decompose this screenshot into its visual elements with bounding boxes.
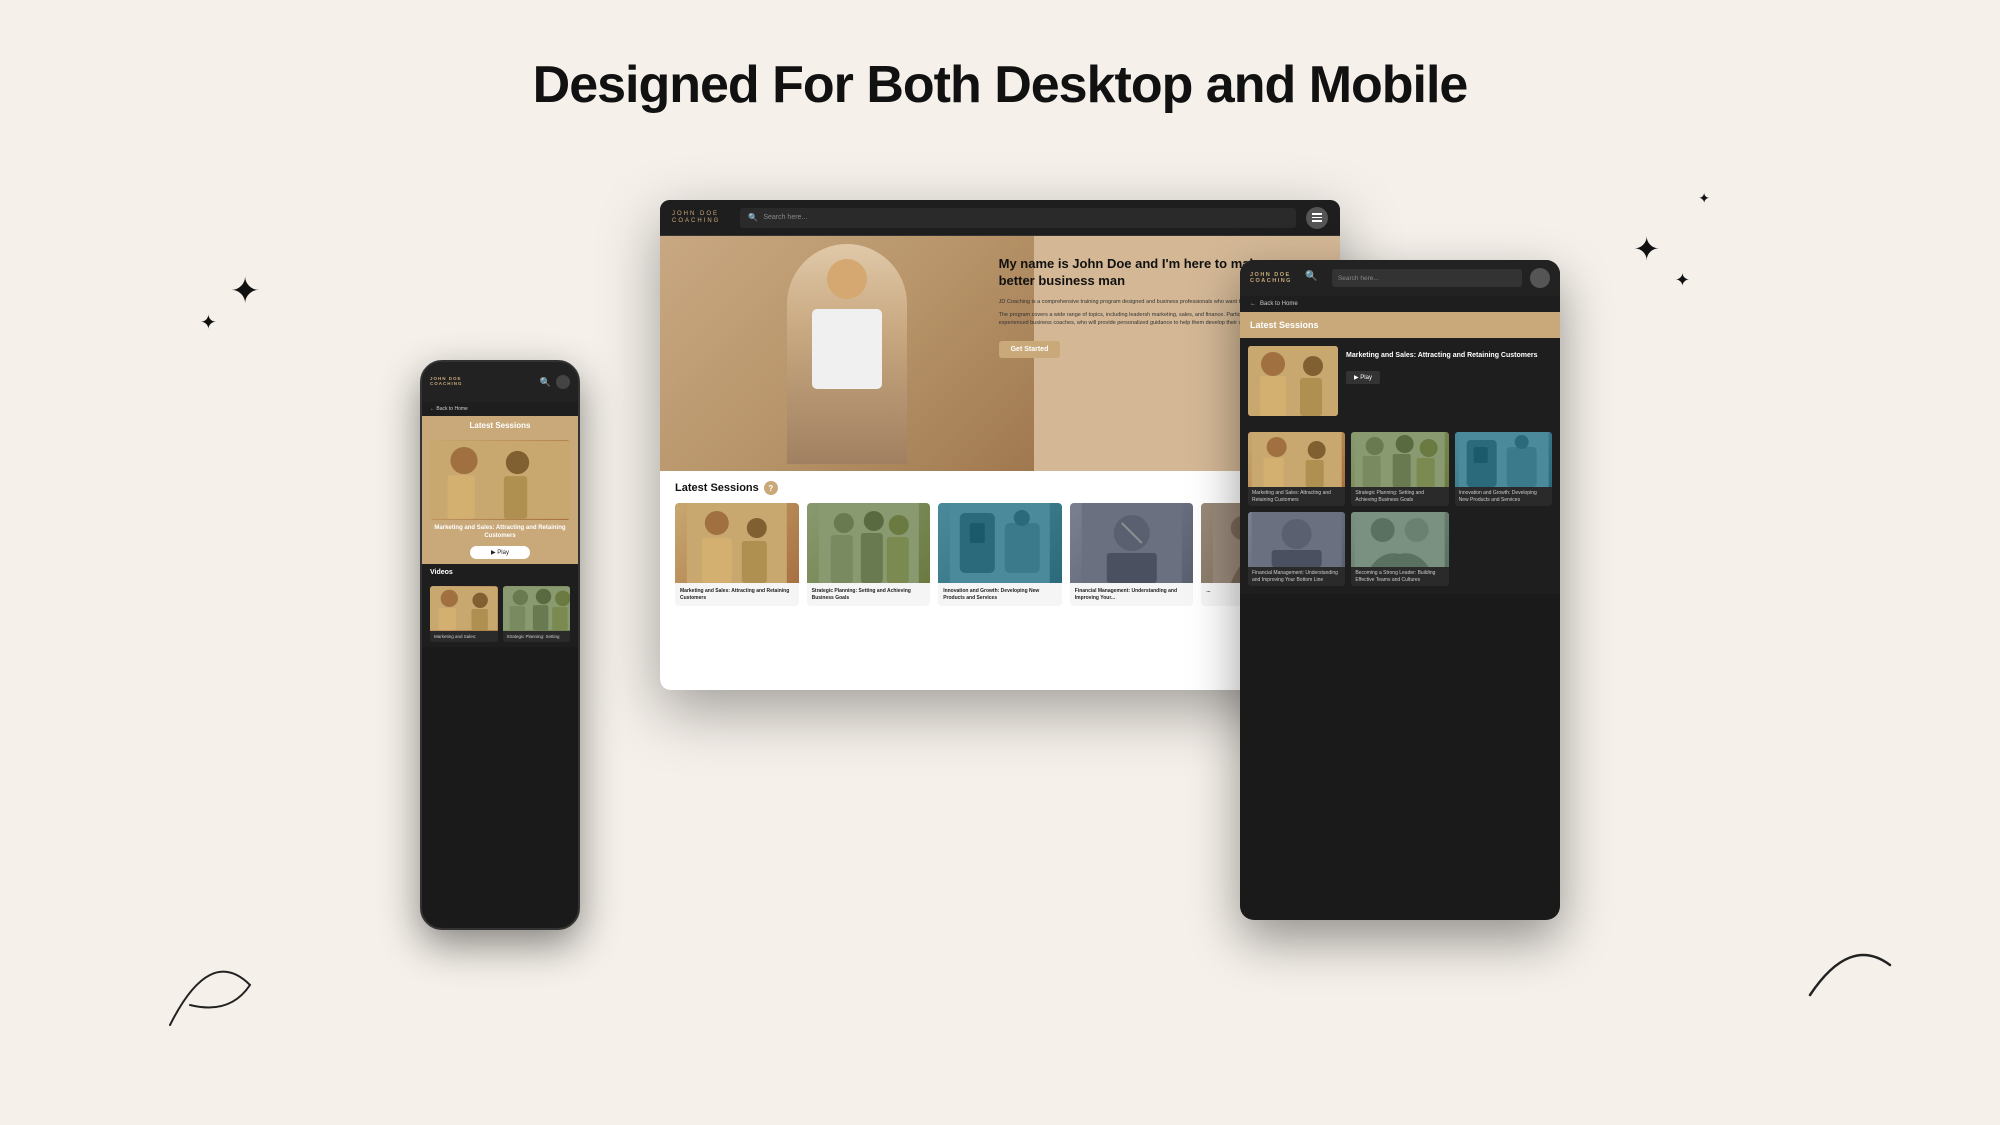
mobile-menu-icon[interactable] [556,375,570,389]
tablet-back-nav[interactable]: ← Back to Home [1240,296,1560,312]
star-icon-right2: ✦ [1675,270,1690,291]
star-icon-left2: ✦ [200,310,217,335]
tablet-sessions-grid: Marketing and Sales: Attracting and Reta… [1240,424,1560,594]
tablet-featured-content: Marketing and Sales: Attracting and Reta… [1338,346,1552,416]
decorative-curve-left [150,925,270,1045]
session-card-3[interactable]: Innovation and Growth: Developing New Pr… [938,503,1062,606]
mobile-sessions-title: Latest Sessions [430,421,570,430]
desktop-sessions-section: Latest Sessions ? Marketing and Sale [660,471,1340,690]
hero-person-figure [787,244,907,464]
desktop-search-bar[interactable]: 🔍 Search here... [740,208,1296,228]
mobile-play-button[interactable]: ▶ Play [470,546,530,559]
mobile-search-icon[interactable]: 🔍 [540,377,551,388]
tablet-play-button[interactable]: ▶ Play [1346,371,1380,384]
mobile-video-label-2: Strategic Planning: Setting [503,631,571,642]
mobile-videos-grid: Marketing and Sales: Strategic Planning:… [422,581,578,647]
desktop-brand: JOHN DOE COACHING [672,211,720,224]
tablet-grid-thumb-3 [1455,432,1552,487]
sessions-grid: Marketing and Sales: Attracting and Reta… [675,503,1325,606]
mobile-back-nav[interactable]: ← Back to Home [422,402,578,416]
desktop-menu-button[interactable] [1306,207,1328,229]
star-icon-right3: ✦ [1698,190,1710,207]
tablet-sessions-header: Latest Sessions [1240,312,1560,338]
back-arrow-icon: ← [1250,301,1256,307]
mobile-sessions-header: Latest Sessions [422,416,578,435]
hero-image [660,236,1034,471]
tablet-grid-card-1[interactable]: Marketing and Sales: Attracting and Reta… [1248,432,1345,506]
session-image-3 [938,503,1062,583]
tablet-grid-label-3: Innovation and Growth: Developing New Pr… [1455,487,1552,506]
tablet-brand: JOHN DOE COACHING [1250,272,1292,284]
search-icon: 🔍 [748,213,758,222]
tablet-featured-title: Marketing and Sales: Attracting and Reta… [1346,351,1544,360]
desktop-hero: My name is John Doe and I'm here to make… [660,236,1340,471]
mobile-video-thumb-2 [503,586,571,631]
session-image-4 [1070,503,1194,583]
desktop-search-placeholder: Search here... [763,214,807,221]
tablet-menu-button[interactable] [1530,268,1550,288]
mobile-header: JOHN DOE COACHING 🔍 [422,362,578,402]
tablet-sessions-title: Latest Sessions [1250,320,1550,330]
mobile-header-icons: 🔍 [540,375,570,389]
tablet-grid-label-1: Marketing and Sales: Attracting and Reta… [1248,487,1345,506]
session-label-1: Marketing and Sales: Attracting and Reta… [675,583,799,606]
mobile-featured-image [430,440,570,520]
tablet-grid-thumb-4 [1248,512,1345,567]
tablet-grid-thumb-1 [1248,432,1345,487]
tablet-search-bar[interactable]: Search here... [1332,269,1522,287]
tablet-mockup: JOHN DOE COACHING 🔍 Search here... ← Bac… [1240,260,1560,920]
session-label-4: Financial Management: Understanding and … [1070,583,1194,606]
mobile-videos-heading: Videos [422,564,578,581]
sessions-heading: Latest Sessions ? [675,481,1325,495]
tablet-featured-image [1248,346,1338,416]
session-image-2 [807,503,931,583]
session-label-3: Innovation and Growth: Developing New Pr… [938,583,1062,606]
sessions-info-icon: ? [764,481,778,495]
tablet-header: JOHN DOE COACHING 🔍 Search here... [1240,260,1560,296]
tablet-grid-card-5[interactable]: Becoming a Strong Leader: Building Effec… [1351,512,1448,586]
session-thumb-3 [938,503,1062,583]
session-label-2: Strategic Planning: Setting and Achievin… [807,583,931,606]
session-thumb-2 [807,503,931,583]
session-card-2[interactable]: Strategic Planning: Setting and Achievin… [807,503,931,606]
session-card-1[interactable]: Marketing and Sales: Attracting and Reta… [675,503,799,606]
devices-container: JOHN DOE COACHING 🔍 Search here... My na… [500,180,1500,1080]
mobile-brand: JOHN DOE COACHING [430,377,463,387]
tablet-grid-card-4[interactable]: Financial Management: Understanding and … [1248,512,1345,586]
mobile-featured-section: Marketing and Sales: Attracting and Reta… [422,435,578,564]
page-heading: Designed For Both Desktop and Mobile [0,0,2000,115]
mobile-video-thumb-1 [430,586,498,631]
tablet-grid-label-5: Becoming a Strong Leader: Building Effec… [1351,567,1448,586]
mobile-video-label-1: Marketing and Sales: [430,631,498,642]
session-card-4[interactable]: Financial Management: Understanding and … [1070,503,1194,606]
tablet-search-placeholder: Search here... [1338,275,1379,282]
tablet-grid-card-2[interactable]: Strategic Planning: Setting and Achievin… [1351,432,1448,506]
decorative-curve-right [1800,925,1900,1005]
mobile-featured-title: Marketing and Sales: Attracting and Reta… [430,525,570,541]
session-thumb-4 [1070,503,1194,583]
session-image-1 [675,503,799,583]
hamburger-icon [1312,213,1322,222]
star-icon-left: ✦ [230,270,260,312]
desktop-mockup: JOHN DOE COACHING 🔍 Search here... My na… [660,200,1340,690]
mobile-video-card-2[interactable]: Strategic Planning: Setting [503,586,571,642]
tablet-featured-thumb [1248,346,1338,416]
tablet-search-icon: 🔍 [1305,271,1319,285]
tablet-grid-thumb-5 [1351,512,1448,567]
tablet-grid-label-2: Strategic Planning: Setting and Achievin… [1351,487,1448,506]
tablet-grid-thumb-2 [1351,432,1448,487]
mobile-mockup: JOHN DOE COACHING 🔍 ← Back to Home Lates… [420,360,580,930]
tablet-grid-card-3[interactable]: Innovation and Growth: Developing New Pr… [1455,432,1552,506]
get-started-button[interactable]: Get Started [999,341,1061,358]
desktop-header: JOHN DOE COACHING 🔍 Search here... [660,200,1340,236]
star-icon-right: ✦ [1633,230,1660,268]
session-thumb-1 [675,503,799,583]
tablet-grid-label-4: Financial Management: Understanding and … [1248,567,1345,586]
mobile-video-card-1[interactable]: Marketing and Sales: [430,586,498,642]
tablet-featured-session: Marketing and Sales: Attracting and Reta… [1240,338,1560,424]
